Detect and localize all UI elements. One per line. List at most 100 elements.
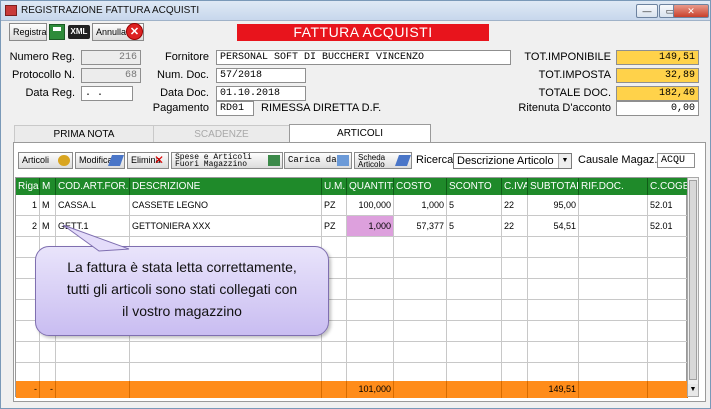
- empty-cell[interactable]: [502, 321, 528, 342]
- empty-cell[interactable]: [347, 300, 394, 321]
- empty-cell[interactable]: [528, 279, 579, 300]
- empty-cell[interactable]: [502, 342, 528, 363]
- empty-cell[interactable]: [648, 300, 688, 321]
- column-header-6[interactable]: COSTO: [394, 178, 447, 195]
- column-header-11[interactable]: C.COGE: [648, 178, 688, 195]
- empty-cell[interactable]: [502, 258, 528, 279]
- empty-cell[interactable]: [528, 321, 579, 342]
- empty-cell[interactable]: [347, 342, 394, 363]
- empty-cell[interactable]: [40, 342, 56, 363]
- ricerca-select[interactable]: Descrizione Articolo ▼: [453, 153, 572, 169]
- table-cell[interactable]: CASSETE LEGNO: [130, 195, 322, 216]
- elimina-button[interactable]: Elimina ✕: [127, 152, 169, 169]
- column-header-0[interactable]: Riga: [16, 178, 40, 195]
- tab-articoli[interactable]: ARTICOLI: [289, 124, 431, 143]
- table-cell[interactable]: PZ: [322, 195, 347, 216]
- column-header-3[interactable]: DESCRIZIONE: [130, 178, 322, 195]
- table-cell[interactable]: 100,000: [347, 195, 394, 216]
- empty-cell[interactable]: [579, 279, 648, 300]
- empty-cell[interactable]: [447, 300, 502, 321]
- data-doc-field[interactable]: 01.10.2018: [216, 86, 306, 101]
- empty-cell[interactable]: [394, 279, 447, 300]
- empty-cell[interactable]: [447, 321, 502, 342]
- num-doc-field[interactable]: 57/2018: [216, 68, 306, 83]
- table-cell[interactable]: CASSA.L: [56, 195, 130, 216]
- empty-cell[interactable]: [347, 279, 394, 300]
- empty-cell[interactable]: [502, 300, 528, 321]
- empty-cell[interactable]: [648, 237, 688, 258]
- vertical-scrollbar[interactable]: ▼: [687, 177, 699, 397]
- column-header-7[interactable]: SCONTO: [447, 178, 502, 195]
- empty-cell[interactable]: [394, 342, 447, 363]
- empty-cell[interactable]: [394, 237, 447, 258]
- empty-cell[interactable]: [394, 300, 447, 321]
- empty-cell[interactable]: [528, 237, 579, 258]
- column-header-5[interactable]: QUANTITA': [347, 178, 394, 195]
- table-cell[interactable]: 5: [447, 216, 502, 237]
- table-cell[interactable]: 54,51: [528, 216, 579, 237]
- table-cell[interactable]: M: [40, 195, 56, 216]
- modifica-button[interactable]: Modifica: [75, 152, 125, 169]
- empty-cell[interactable]: [579, 258, 648, 279]
- empty-cell[interactable]: [648, 279, 688, 300]
- table-cell[interactable]: 1: [16, 195, 40, 216]
- empty-cell[interactable]: [322, 342, 347, 363]
- registra-button[interactable]: Registra: [9, 23, 47, 41]
- table-cell[interactable]: 2: [16, 216, 40, 237]
- table-cell[interactable]: 5: [447, 195, 502, 216]
- empty-cell[interactable]: [394, 321, 447, 342]
- table-cell[interactable]: PZ: [322, 216, 347, 237]
- column-header-2[interactable]: COD.ART.FOR.: [56, 178, 130, 195]
- close-button[interactable]: ✕: [673, 4, 709, 18]
- empty-cell[interactable]: [579, 342, 648, 363]
- tab-prima-nota[interactable]: PRIMA NOTA: [14, 125, 154, 143]
- column-header-10[interactable]: RIF.DOC.: [579, 178, 648, 195]
- empty-cell[interactable]: [347, 237, 394, 258]
- data-reg-field[interactable]: . .: [81, 86, 133, 101]
- empty-cell[interactable]: [579, 237, 648, 258]
- empty-cell[interactable]: [394, 258, 447, 279]
- empty-cell[interactable]: [347, 321, 394, 342]
- cancel-icon[interactable]: ✕: [126, 23, 143, 40]
- table-cell[interactable]: [579, 195, 648, 216]
- table-cell[interactable]: 95,00: [528, 195, 579, 216]
- table-cell[interactable]: [579, 216, 648, 237]
- empty-cell[interactable]: [16, 342, 40, 363]
- column-header-1[interactable]: M: [40, 178, 56, 195]
- empty-cell[interactable]: [447, 342, 502, 363]
- scheda-articolo-button[interactable]: Scheda Articolo: [354, 152, 412, 169]
- empty-cell[interactable]: [648, 342, 688, 363]
- empty-cell[interactable]: [528, 300, 579, 321]
- empty-cell[interactable]: [528, 258, 579, 279]
- empty-cell[interactable]: [528, 342, 579, 363]
- empty-cell[interactable]: [648, 321, 688, 342]
- table-cell[interactable]: 1,000: [394, 195, 447, 216]
- table-cell[interactable]: 22: [502, 216, 528, 237]
- ritenuta-field[interactable]: 0,00: [616, 101, 699, 116]
- empty-cell[interactable]: [502, 237, 528, 258]
- column-header-9[interactable]: SUBTOTALE: [528, 178, 579, 195]
- tab-scadenze[interactable]: SCADENZE: [153, 125, 290, 143]
- minimize-button[interactable]: —: [636, 4, 658, 18]
- table-cell[interactable]: GETTONIERA XXX: [130, 216, 322, 237]
- scroll-down-icon[interactable]: ▼: [688, 384, 698, 396]
- empty-cell[interactable]: [130, 342, 322, 363]
- empty-cell[interactable]: [447, 258, 502, 279]
- table-cell[interactable]: M: [40, 216, 56, 237]
- chevron-down-icon[interactable]: ▼: [558, 154, 571, 168]
- protocollo-field[interactable]: 68: [81, 68, 141, 83]
- articoli-button[interactable]: Articoli: [18, 152, 73, 169]
- scrollbar-thumb[interactable]: [689, 180, 697, 380]
- spese-articoli-button[interactable]: Spese e Articoli Fuori Magazzino: [171, 152, 283, 169]
- numero-reg-field[interactable]: 216: [81, 50, 141, 65]
- empty-cell[interactable]: [648, 258, 688, 279]
- table-cell[interactable]: 52.01: [648, 195, 688, 216]
- table-cell[interactable]: 57,377: [394, 216, 447, 237]
- column-header-8[interactable]: C.IVA: [502, 178, 528, 195]
- empty-cell[interactable]: [579, 300, 648, 321]
- empty-cell[interactable]: [56, 342, 130, 363]
- empty-cell[interactable]: [347, 258, 394, 279]
- empty-cell[interactable]: [502, 279, 528, 300]
- pagamento-code-field[interactable]: RD01: [216, 101, 254, 116]
- table-cell[interactable]: 1,000: [347, 216, 394, 237]
